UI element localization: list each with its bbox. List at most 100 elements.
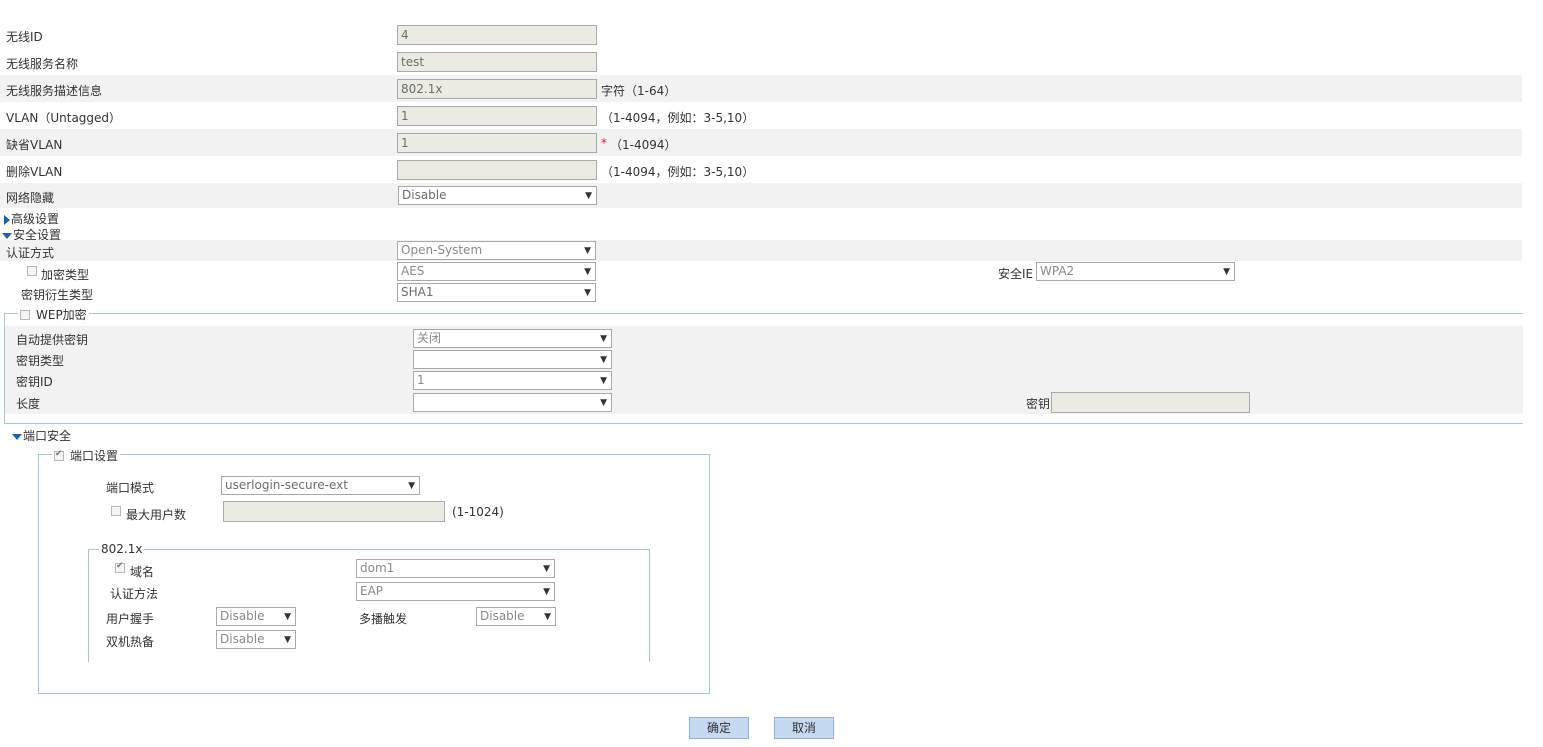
key-derivation-select[interactable]: SHA1 ▼ [397,283,596,302]
chevron-down-icon: ▼ [544,612,551,622]
section-advanced[interactable]: 高级设置 [4,210,59,227]
required-star: * [601,136,607,150]
auto-key-select[interactable]: 关闭 ▼ [413,329,612,348]
chevron-down-icon: ▼ [584,267,591,277]
chevron-down-icon: ▼ [408,481,415,491]
key-id-value: 1 [417,373,425,387]
security-ie-select[interactable]: WPA2 ▼ [1036,262,1235,281]
port-settings-checkbox[interactable] [54,449,64,461]
key-derivation-value: SHA1 [401,285,434,299]
chevron-down-icon: ▼ [600,398,607,408]
port-settings-legend: 端口设置 [52,447,121,464]
wep-fieldset [4,313,1523,424]
wep-body [5,326,1523,414]
hot-backup-value: Disable [220,632,265,646]
cipher-type-select[interactable]: AES ▼ [397,262,596,281]
handshake-label: 用户握手 [106,612,155,626]
cipher-type-value: AES [401,264,425,278]
row-delete-vlan: 删除VLAN （1-4094，例如：3-5,10） [0,156,1522,183]
handshake-select[interactable]: Disable ▼ [216,607,296,626]
auto-key-label: 自动提供密钥 [16,333,89,347]
hot-backup-select[interactable]: Disable ▼ [216,630,296,649]
key-id-label: 密钥ID [16,375,53,389]
chevron-down-icon: ▼ [1223,267,1230,277]
chevron-down-icon: ▼ [584,288,591,298]
service-name-input[interactable]: test [397,52,597,72]
cipher-type-checkbox[interactable] [27,266,37,276]
default-vlan-hint: （1-4094） [610,138,677,152]
port-mode-select[interactable]: userlogin-secure-ext ▼ [221,476,420,495]
chevron-down-icon: ▼ [584,246,591,256]
length-select[interactable]: ▼ [413,393,612,412]
chevron-down-icon: ▼ [600,334,607,344]
chevron-down-icon: ▼ [543,587,550,597]
cipher-type-label: 加密类型 [41,268,90,282]
service-desc-input[interactable]: 802.1x [397,79,597,99]
handshake-value: Disable [220,609,265,623]
row-vlan-untagged: VLAN（Untagged） 1 （1-4094，例如：3-5,10） [0,102,1522,129]
vlan-untagged-input[interactable]: 1 [397,106,597,126]
max-users-hint: (1-1024) [452,505,504,519]
domain-select[interactable]: dom1 ▼ [356,559,555,578]
caret-right-icon [4,214,10,225]
dot1x-legend: 802.1x [99,542,145,556]
auth-method-select[interactable]: Open-System ▼ [397,241,596,260]
section-port-security-label: 端口安全 [23,429,72,443]
key-type-select[interactable]: ▼ [413,350,612,369]
service-name-label: 无线服务名称 [6,57,79,71]
security-ie-label: 安全IE [998,267,1034,281]
chevron-down-icon: ▼ [600,355,607,365]
auth-method-label: 认证方式 [6,246,55,260]
default-vlan-label: 缺省VLAN [6,138,63,152]
auth-method-value: Open-System [401,243,483,257]
wep-legend: WEP加密 [18,306,89,323]
section-port-security[interactable]: 端口安全 [12,427,71,444]
caret-down-icon [2,232,12,239]
multicast-label: 多播触发 [359,612,408,626]
chevron-down-icon: ▼ [600,376,607,386]
wep-checkbox[interactable] [20,310,30,320]
wep-key-label: 密钥 [1026,397,1051,411]
vlan-untagged-label: VLAN（Untagged） [6,111,122,125]
row-service-desc: 无线服务描述信息 802.1x 字符（1-64） [0,75,1522,102]
row-cipher-type: 加密类型 AES ▼ 安全IE WPA2 ▼ [0,261,1522,282]
key-type-label: 密钥类型 [16,354,65,368]
section-advanced-label: 高级设置 [11,212,60,226]
dot1x-auth-method-select[interactable]: EAP ▼ [356,582,555,601]
ok-button[interactable]: 确定 [689,717,749,739]
auto-key-value: 关闭 [417,331,442,345]
caret-down-icon [12,433,22,440]
max-users-input[interactable] [223,501,445,522]
port-mode-value: userlogin-secure-ext [225,478,348,492]
max-users-checkbox[interactable] [111,506,121,516]
length-label: 长度 [16,397,41,411]
max-users-label: 最大用户数 [126,508,187,522]
delete-vlan-input[interactable] [397,160,597,180]
cancel-button[interactable]: 取消 [774,717,834,739]
domain-checkbox[interactable] [115,561,125,573]
port-mode-label: 端口模式 [106,481,155,495]
key-derivation-label: 密钥衍生类型 [21,288,94,302]
hide-network-select[interactable]: Disable ▼ [398,186,597,205]
chevron-down-icon: ▼ [543,564,550,574]
hide-network-label: 网络隐藏 [6,191,55,205]
dot1x-auth-method-value: EAP [360,584,384,598]
default-vlan-input[interactable]: 1 [397,133,597,153]
chevron-down-icon: ▼ [284,612,291,622]
chevron-down-icon: ▼ [284,635,291,645]
hide-network-value: Disable [402,188,447,202]
multicast-select[interactable]: Disable ▼ [476,607,556,626]
delete-vlan-hint: （1-4094，例如：3-5,10） [601,165,755,179]
port-settings-legend-label: 端口设置 [70,449,119,463]
service-desc-label: 无线服务描述信息 [6,84,103,98]
hot-backup-label: 双机热备 [106,635,155,649]
wep-key-input[interactable] [1051,392,1250,413]
wireless-id-input[interactable]: 4 [397,25,597,45]
row-service-name: 无线服务名称 test [0,48,1522,75]
security-ie-value: WPA2 [1040,264,1075,278]
key-id-select[interactable]: 1 ▼ [413,371,612,390]
row-wireless-id: 无线ID 4 [0,21,1522,48]
multicast-value: Disable [480,609,525,623]
row-key-derivation: 密钥衍生类型 SHA1 ▼ [0,282,1522,303]
row-auth-method: 认证方式 Open-System ▼ [0,240,1522,261]
